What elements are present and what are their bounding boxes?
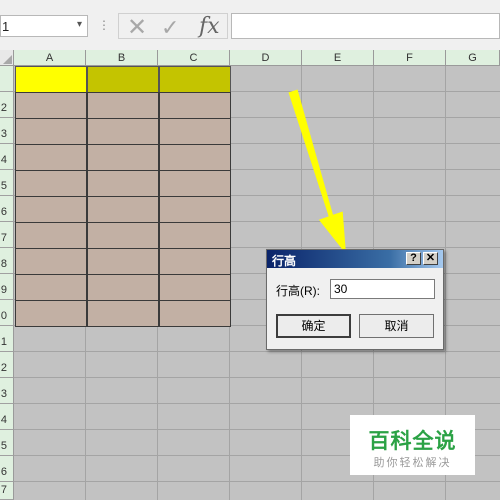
help-button[interactable]: ? (406, 252, 421, 265)
dialog-titlebar[interactable]: 行高 ? ✕ (267, 250, 443, 268)
row-height-label: 行高(R): (276, 284, 320, 298)
watermark-logo: 百科全说 助你轻松解决 (350, 415, 475, 475)
watermark-subtitle: 助你轻松解决 (373, 457, 452, 469)
watermark-title: 百科全说 (368, 430, 457, 453)
row-height-input[interactable]: 30 (330, 279, 435, 299)
cancel-button[interactable]: 取消 (359, 314, 434, 338)
ok-button[interactable]: 确定 (276, 314, 351, 338)
dialog-title: 行高 (272, 254, 297, 268)
close-button[interactable]: ✕ (423, 252, 438, 265)
row-height-dialog: 行高 ? ✕ 行高(R): 30 确定 取消 (266, 249, 444, 350)
arrow-icon (288, 89, 346, 254)
